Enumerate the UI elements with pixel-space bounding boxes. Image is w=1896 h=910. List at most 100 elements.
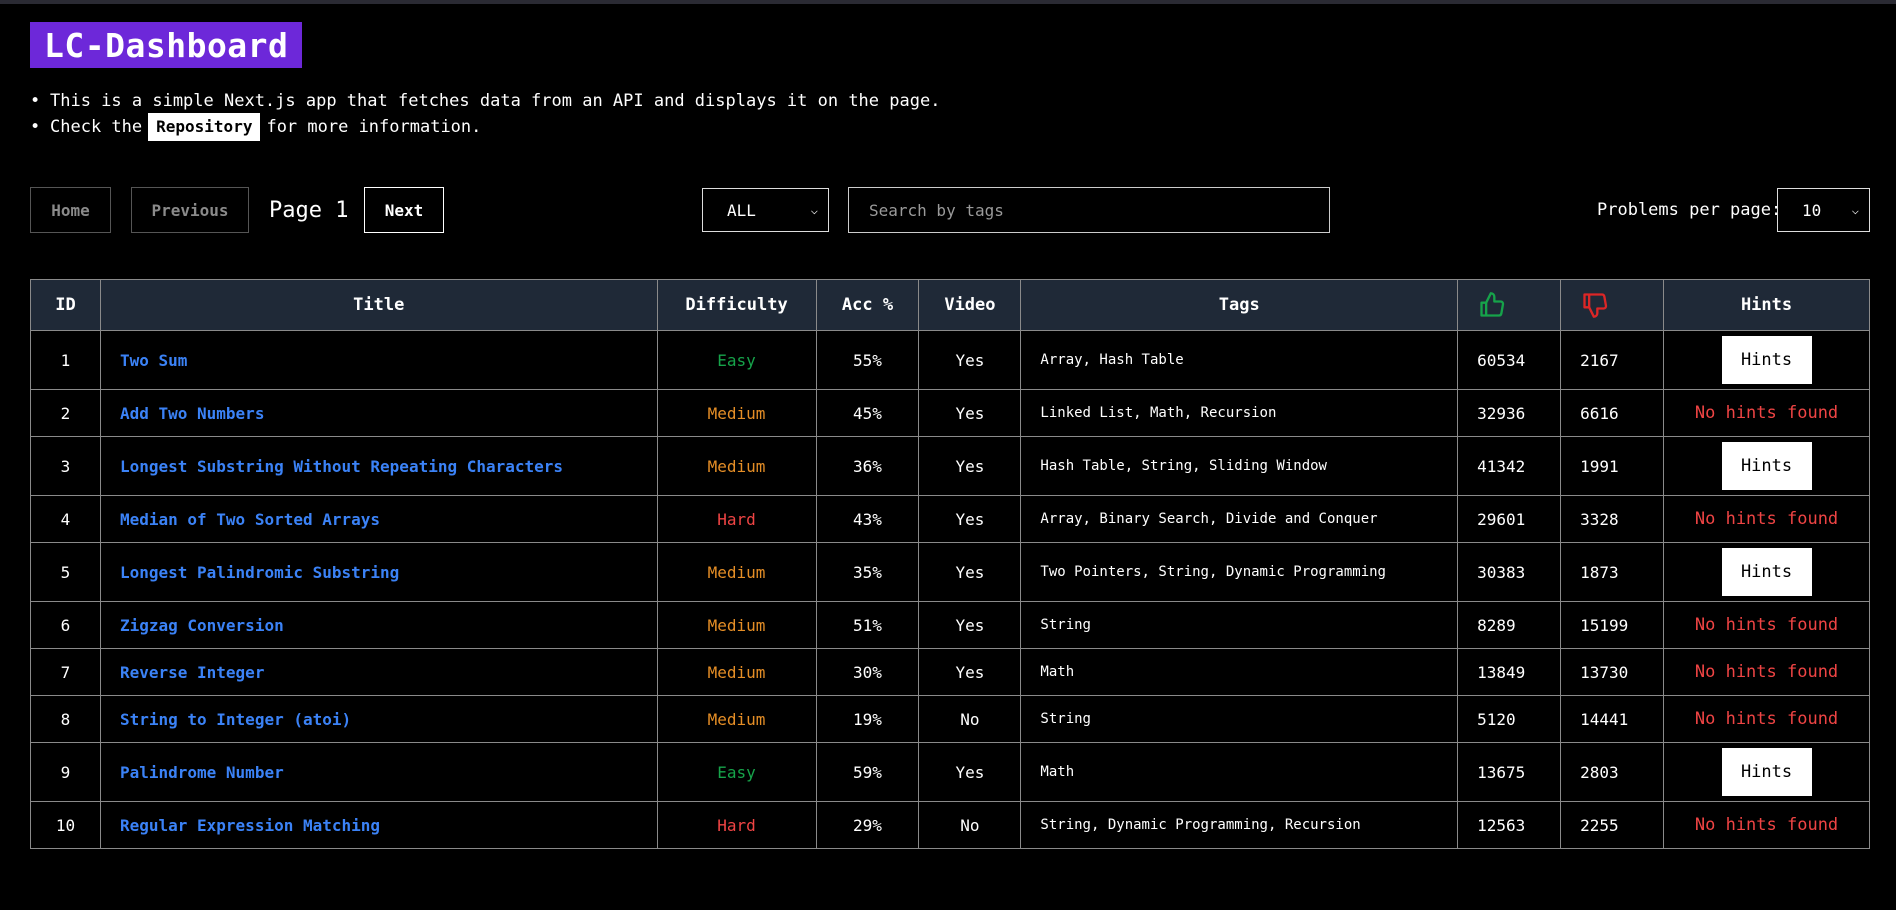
header-video[interactable]: Video bbox=[918, 279, 1022, 331]
problem-title-link[interactable]: Longest Substring Without Repeating Char… bbox=[120, 457, 563, 476]
cell-likes: 29601 bbox=[1457, 495, 1562, 543]
problems-table: ID Title Difficulty Acc % Video Tags Hin… bbox=[30, 279, 1870, 849]
cell-dislikes: 2255 bbox=[1560, 801, 1665, 849]
cell-acc: 19% bbox=[815, 695, 920, 743]
cell-dislikes: 13730 bbox=[1560, 648, 1665, 696]
header-tags[interactable]: Tags bbox=[1020, 279, 1459, 331]
cell-acc: 36% bbox=[815, 436, 920, 496]
problem-title-link[interactable]: Two Sum bbox=[120, 351, 187, 370]
chevron-down-icon: ⌵ bbox=[810, 203, 818, 217]
cell-difficulty: Medium bbox=[656, 389, 817, 437]
hints-button[interactable]: Hints bbox=[1721, 442, 1812, 490]
cell-title: Add Two Numbers bbox=[99, 389, 658, 437]
problem-title-link[interactable]: Reverse Integer bbox=[120, 663, 265, 682]
table-row: 1 Two Sum Easy 55% Yes Array, Hash Table… bbox=[30, 330, 1870, 390]
no-hints-text: No hints found bbox=[1694, 509, 1839, 529]
home-button[interactable]: Home bbox=[30, 187, 111, 233]
cell-video: Yes bbox=[918, 542, 1022, 602]
cell-tags: Array, Hash Table bbox=[1020, 330, 1459, 390]
cell-video: Yes bbox=[918, 330, 1022, 390]
cell-hints: Hints bbox=[1663, 436, 1870, 496]
cell-difficulty: Medium bbox=[656, 542, 817, 602]
window-top-border bbox=[0, 0, 1896, 4]
cell-id: 2 bbox=[30, 389, 101, 437]
header-title[interactable]: Title bbox=[99, 279, 658, 331]
cell-id: 9 bbox=[30, 742, 101, 802]
cell-title: Median of Two Sorted Arrays bbox=[99, 495, 658, 543]
cell-acc: 43% bbox=[815, 495, 920, 543]
cell-title: String to Integer (atoi) bbox=[99, 695, 658, 743]
problem-title-link[interactable]: String to Integer (atoi) bbox=[120, 710, 351, 729]
difficulty-select[interactable]: ALL ⌵ bbox=[702, 188, 829, 232]
problem-title-link[interactable]: Palindrome Number bbox=[120, 763, 284, 782]
repository-link[interactable]: Repository bbox=[148, 113, 261, 141]
cell-dislikes: 6616 bbox=[1560, 389, 1665, 437]
bullet: • bbox=[30, 117, 41, 137]
cell-likes: 32936 bbox=[1457, 389, 1562, 437]
hints-button[interactable]: Hints bbox=[1721, 748, 1812, 796]
cell-dislikes: 2803 bbox=[1560, 742, 1665, 802]
hints-button[interactable]: Hints bbox=[1721, 336, 1812, 384]
cell-video: No bbox=[918, 695, 1022, 743]
cell-hints: No hints found bbox=[1663, 495, 1870, 543]
cell-id: 3 bbox=[30, 436, 101, 496]
difficulty-select-value: ALL bbox=[727, 200, 756, 220]
per-page-select-value: 10 bbox=[1802, 200, 1822, 220]
header-difficulty[interactable]: Difficulty bbox=[656, 279, 817, 331]
cell-title: Longest Palindromic Substring bbox=[99, 542, 658, 602]
cell-id: 4 bbox=[30, 495, 101, 543]
header-dislikes[interactable] bbox=[1560, 279, 1665, 331]
intro-item-2: • Check the Repository for more informat… bbox=[30, 113, 940, 141]
no-hints-text: No hints found bbox=[1694, 403, 1839, 423]
cell-hints: No hints found bbox=[1663, 801, 1870, 849]
next-button[interactable]: Next bbox=[364, 187, 444, 233]
hints-button[interactable]: Hints bbox=[1721, 548, 1812, 596]
cell-tags: Array, Binary Search, Divide and Conquer bbox=[1020, 495, 1459, 543]
cell-hints: Hints bbox=[1663, 330, 1870, 390]
cell-dislikes: 15199 bbox=[1560, 601, 1665, 649]
cell-tags: Math bbox=[1020, 742, 1459, 802]
problem-title-link[interactable]: Zigzag Conversion bbox=[120, 616, 284, 635]
no-hints-text: No hints found bbox=[1694, 815, 1839, 835]
header-id[interactable]: ID bbox=[30, 279, 101, 331]
cell-difficulty: Medium bbox=[656, 436, 817, 496]
cell-video: Yes bbox=[918, 601, 1022, 649]
cell-hints: No hints found bbox=[1663, 389, 1870, 437]
table-row: 8 String to Integer (atoi) Medium 19% No… bbox=[30, 695, 1870, 743]
per-page-label: Problems per page: bbox=[1597, 200, 1782, 220]
cell-acc: 29% bbox=[815, 801, 920, 849]
header-hints[interactable]: Hints bbox=[1663, 279, 1870, 331]
cell-video: No bbox=[918, 801, 1022, 849]
problem-title-link[interactable]: Longest Palindromic Substring bbox=[120, 563, 399, 582]
cell-hints: Hints bbox=[1663, 542, 1870, 602]
cell-video: Yes bbox=[918, 742, 1022, 802]
intro-text-2-prefix: Check the bbox=[50, 117, 143, 137]
cell-difficulty: Easy bbox=[656, 742, 817, 802]
no-hints-text: No hints found bbox=[1694, 615, 1839, 635]
cell-acc: 59% bbox=[815, 742, 920, 802]
previous-button[interactable]: Previous bbox=[131, 187, 249, 233]
cell-hints: No hints found bbox=[1663, 601, 1870, 649]
intro-list: • This is a simple Next.js app that fetc… bbox=[30, 88, 940, 141]
cell-likes: 8289 bbox=[1457, 601, 1562, 649]
problem-title-link[interactable]: Median of Two Sorted Arrays bbox=[120, 510, 380, 529]
problem-title-link[interactable]: Add Two Numbers bbox=[120, 404, 265, 423]
no-hints-text: No hints found bbox=[1694, 662, 1839, 682]
per-page-select[interactable]: 10 ⌵ bbox=[1777, 188, 1870, 232]
cell-id: 5 bbox=[30, 542, 101, 602]
cell-title: Reverse Integer bbox=[99, 648, 658, 696]
tag-search-input[interactable] bbox=[848, 187, 1330, 233]
cell-video: Yes bbox=[918, 389, 1022, 437]
cell-acc: 45% bbox=[815, 389, 920, 437]
cell-tags: Two Pointers, String, Dynamic Programmin… bbox=[1020, 542, 1459, 602]
cell-likes: 60534 bbox=[1457, 330, 1562, 390]
cell-title: Regular Expression Matching bbox=[99, 801, 658, 849]
table-row: 5 Longest Palindromic Substring Medium 3… bbox=[30, 542, 1870, 602]
table-row: 10 Regular Expression Matching Hard 29% … bbox=[30, 801, 1870, 849]
problem-title-link[interactable]: Regular Expression Matching bbox=[120, 816, 380, 835]
cell-acc: 30% bbox=[815, 648, 920, 696]
cell-dislikes: 3328 bbox=[1560, 495, 1665, 543]
header-likes[interactable] bbox=[1457, 279, 1562, 331]
cell-dislikes: 1991 bbox=[1560, 436, 1665, 496]
header-acc[interactable]: Acc % bbox=[815, 279, 920, 331]
